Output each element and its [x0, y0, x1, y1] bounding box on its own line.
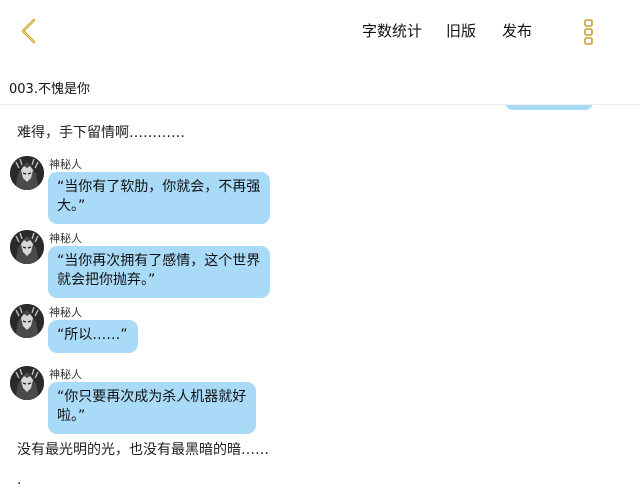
message-bubble[interactable]: “你只要再次成为杀人机器就好 啦。”	[48, 382, 257, 434]
avatar[interactable]	[10, 366, 44, 400]
message-line: 就会把你抛弃。”	[57, 272, 156, 288]
old-version-button[interactable]: 旧版	[446, 18, 476, 44]
chapter-title-bar: 003.不愧是你	[0, 70, 640, 105]
narration-text[interactable]: .	[17, 472, 21, 488]
more-vertical-icon	[584, 19, 593, 45]
word-count-button[interactable]: 字数统计	[362, 18, 422, 44]
back-button[interactable]	[14, 14, 44, 48]
narration-text[interactable]: 难得，手下留情啊…………	[17, 122, 185, 142]
mystery-figure-avatar-icon	[10, 156, 44, 190]
avatar[interactable]	[10, 230, 44, 264]
mystery-figure-avatar-icon	[10, 304, 44, 338]
message-line: “当你有了软肋，你就会，不再强	[57, 179, 261, 195]
message-bubble[interactable]: “当你有了软肋，你就会，不再强 大。”	[48, 172, 271, 224]
message-line: 大。”	[57, 198, 86, 214]
chevron-left-icon	[21, 18, 36, 44]
message-bubble[interactable]: “当你再次拥有了感情，这个世界 就会把你抛弃。”	[48, 246, 271, 298]
more-options-button[interactable]	[582, 17, 596, 47]
message-line: 啦。”	[57, 408, 86, 424]
mystery-figure-avatar-icon	[10, 230, 44, 264]
sender-name: 神秘人	[49, 368, 82, 381]
mystery-figure-avatar-icon	[10, 366, 44, 400]
narration-text[interactable]: 没有最光明的光，也没有最黑暗的暗……	[17, 439, 269, 459]
message-line: “所以……”	[57, 327, 128, 343]
sender-name: 神秘人	[49, 306, 82, 319]
chat-editor-screen: 字数统计 旧版 发布 003.不愧是你 难得，手下留情啊………… 神秘人 “当你…	[0, 0, 640, 500]
message-bubble[interactable]: “所以……”	[48, 320, 138, 353]
top-nav-bar: 字数统计 旧版 发布	[0, 0, 640, 62]
publish-button[interactable]: 发布	[502, 18, 532, 44]
avatar[interactable]	[10, 156, 44, 190]
message-line: “当你再次拥有了感情，这个世界	[57, 253, 261, 269]
avatar[interactable]	[10, 304, 44, 338]
sender-name: 神秘人	[49, 158, 82, 171]
chapter-title[interactable]: 003.不愧是你	[9, 78, 90, 97]
sender-name: 神秘人	[49, 232, 82, 245]
message-line: “你只要再次成为杀人机器就好	[57, 389, 247, 405]
